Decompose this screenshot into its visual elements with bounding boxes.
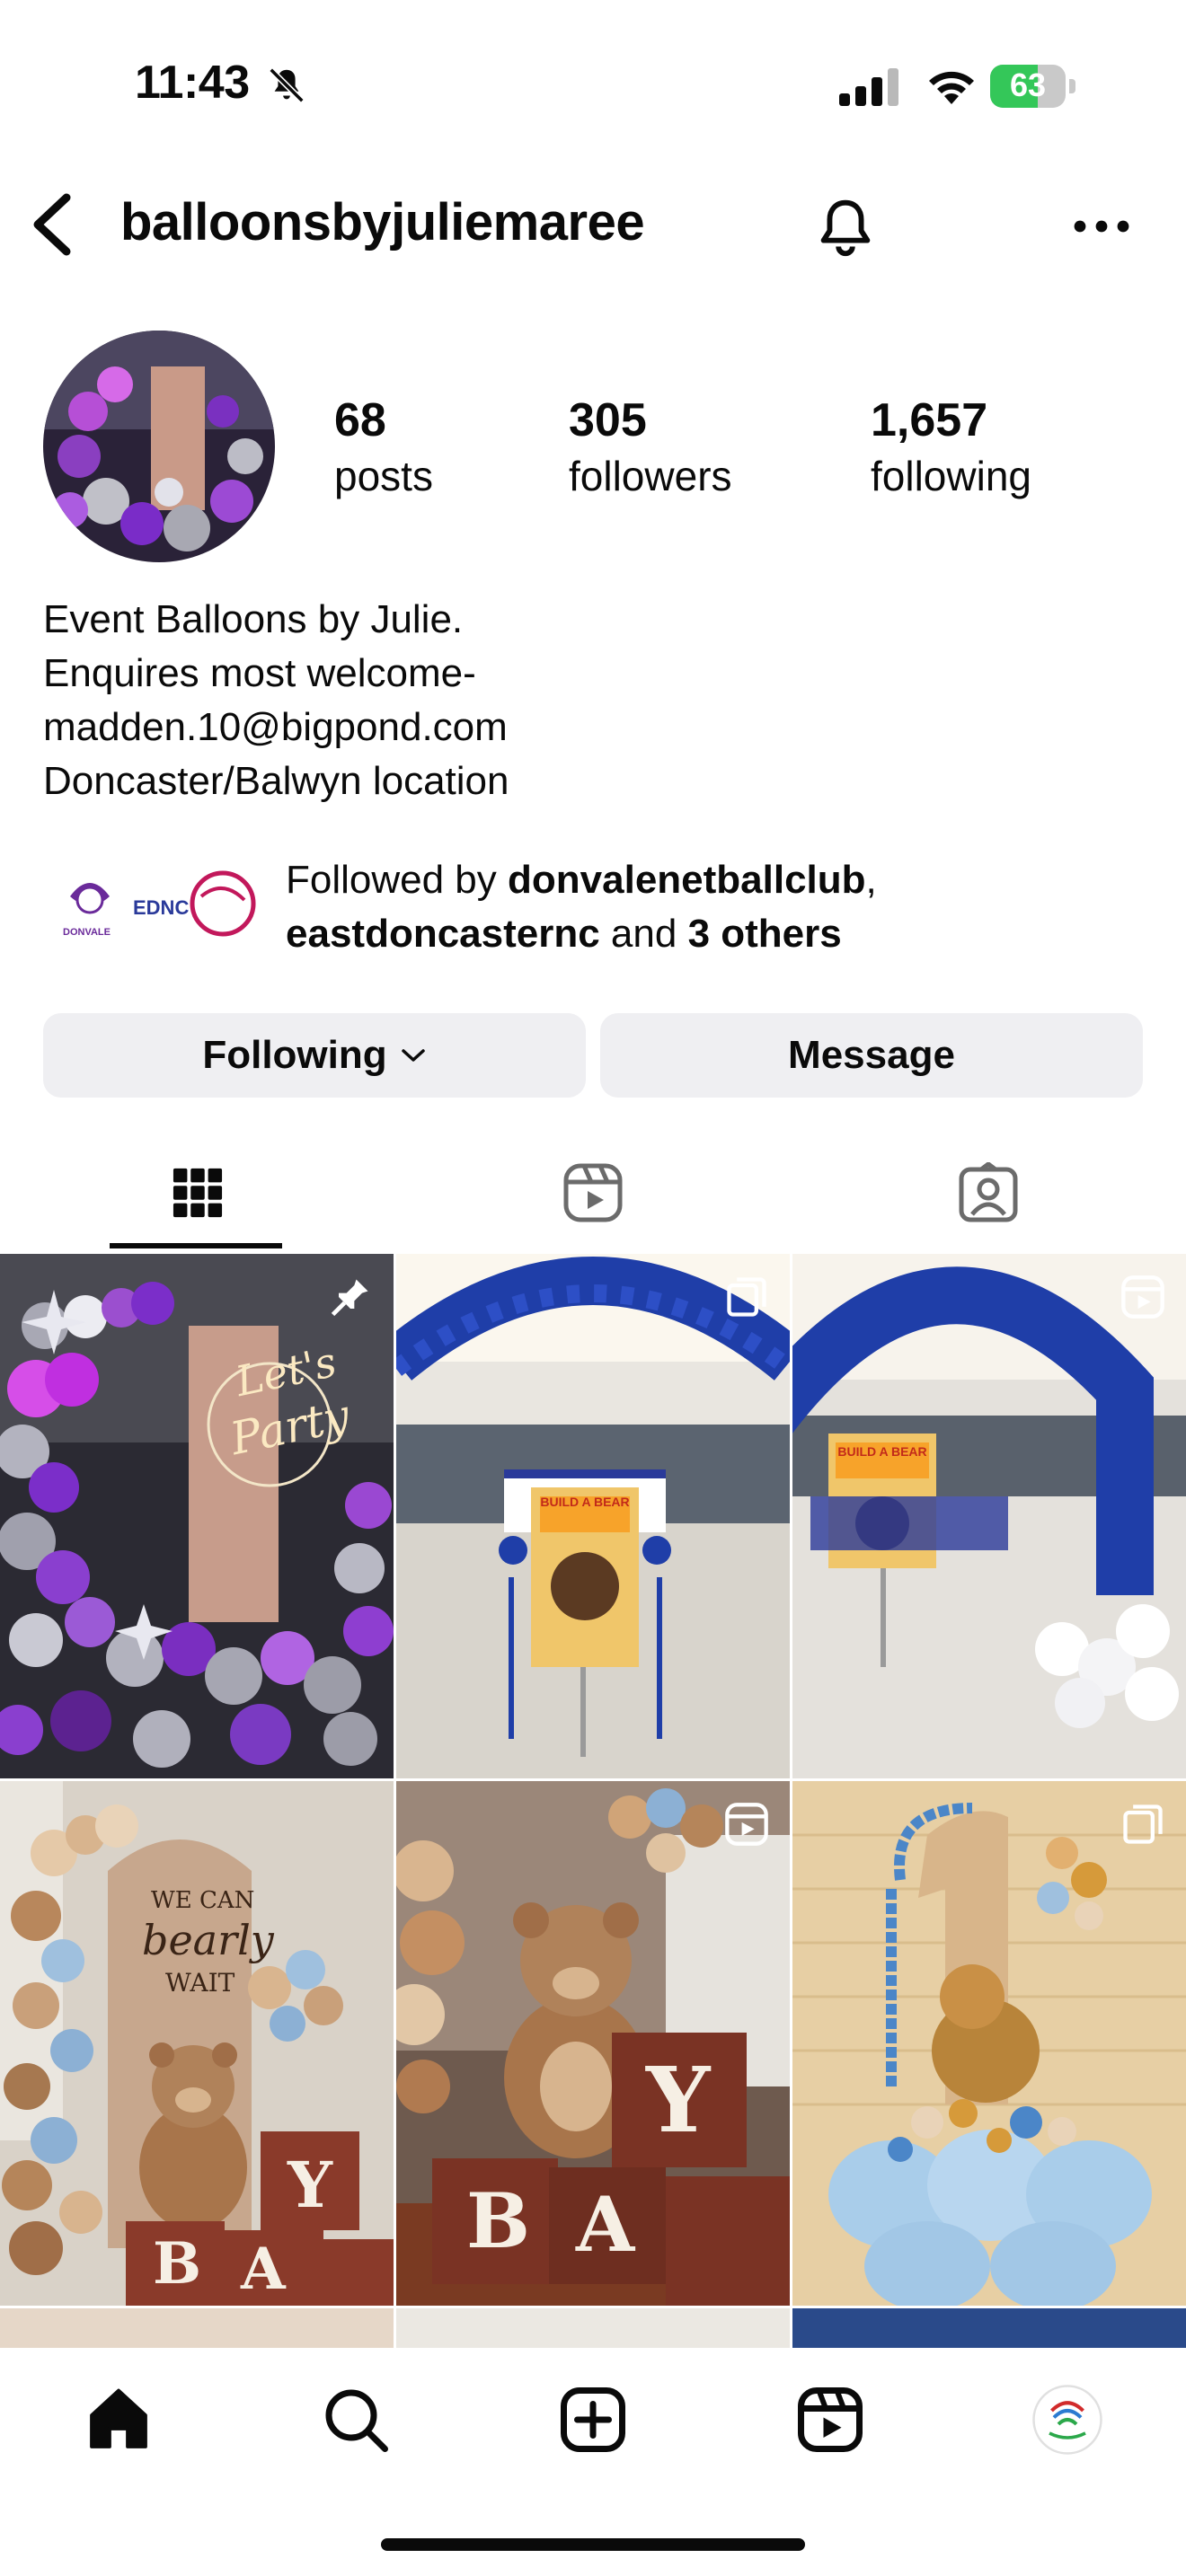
reels-nav-icon[interactable] [794, 2384, 866, 2456]
poster-text: BUILD A BEAR [540, 1495, 630, 1509]
grid-post[interactable]: BUILD A BEAR [792, 1254, 1186, 1778]
block-letter: A [241, 2236, 286, 2303]
profile-avatar[interactable] [1031, 2384, 1103, 2456]
mutual-user-link[interactable]: donvalenetballclub [508, 858, 866, 902]
reel-icon [1121, 1275, 1164, 1319]
grid-post[interactable]: BUILD A BEAR [396, 1254, 790, 1778]
back-chevron-icon[interactable] [27, 190, 77, 259]
tab-reels[interactable] [395, 1139, 791, 1247]
bio-line: Doncaster/Balwyn location [43, 759, 509, 803]
create-icon[interactable] [557, 2384, 629, 2456]
mutual-avatar-label: DONVALE [63, 927, 111, 938]
following-button[interactable]: Following [43, 1013, 586, 1098]
wifi-icon [929, 71, 974, 104]
reels-icon [563, 1163, 623, 1222]
notification-bell-icon[interactable] [810, 192, 881, 262]
home-indicator [381, 2538, 805, 2551]
stat-followers[interactable]: 305 followers [569, 392, 732, 503]
poster-text: BUILD A BEAR [837, 1444, 927, 1459]
signal-icon [839, 68, 898, 106]
tab-tagged[interactable] [791, 1139, 1186, 1247]
mutual-avatar-label: EDNC [133, 896, 190, 919]
sign-text: bearly [142, 1916, 274, 1964]
pin-icon [331, 1279, 368, 1317]
profile-avatar-large[interactable] [43, 331, 275, 562]
grid-post[interactable] [0, 2308, 394, 2353]
battery-indicator: 63 [990, 65, 1076, 108]
stat-posts[interactable]: 68 posts [334, 392, 433, 503]
sign-text: WE CAN [151, 1887, 255, 1914]
profile-bio: Event Balloons by Julie. Enquires most w… [43, 593, 509, 808]
sign-text: WAIT [165, 1968, 235, 1998]
status-time: 11:43 [135, 57, 250, 109]
block-letter: B [466, 2176, 530, 2265]
grid-post[interactable]: WE CAN bearly WAIT Y A B [0, 1781, 394, 2306]
active-tab-indicator [110, 1243, 282, 1248]
battery-percent: 63 [1009, 66, 1047, 103]
more-options-icon[interactable] [1069, 205, 1134, 248]
block-letter: Y [288, 2148, 332, 2222]
followed-by-text[interactable]: Followed by donvalenetballclub, eastdonc… [286, 853, 877, 961]
grid-post[interactable] [792, 1781, 1186, 2306]
chevron-down-icon [401, 1049, 425, 1062]
home-icon[interactable] [83, 2384, 155, 2456]
message-button[interactable]: Message [600, 1013, 1143, 1098]
carousel-icon [727, 1277, 766, 1317]
grid-post[interactable]: Y A B [396, 1781, 790, 2306]
profile-username: balloonsbyjuliemaree [120, 193, 645, 251]
search-icon[interactable] [320, 2384, 392, 2456]
tab-grid[interactable] [0, 1139, 395, 1247]
bio-email[interactable]: madden.10@bigpond.com [43, 701, 509, 754]
block-letter: B [153, 2230, 202, 2298]
mutual-others-link[interactable]: 3 others [688, 912, 842, 956]
mutual-user-link[interactable]: eastdoncasternc [286, 912, 600, 956]
block-letter: Y [646, 2047, 711, 2153]
mutual-follower-avatars[interactable]: DONVALE EDNC [43, 860, 268, 954]
grid-post[interactable] [396, 2308, 790, 2353]
grid-post[interactable] [792, 2308, 1186, 2353]
grid-post[interactable]: Let's Party [0, 1254, 394, 1778]
bio-line: Event Balloons by Julie. [43, 597, 464, 641]
bio-line: Enquires most welcome- [43, 651, 476, 695]
block-letter: A [576, 2180, 635, 2269]
reel-icon [725, 1803, 768, 1846]
carousel-icon [1123, 1804, 1163, 1844]
stat-following[interactable]: 1,657 following [871, 392, 1031, 503]
bell-muted-icon [269, 67, 305, 103]
tagged-icon [959, 1162, 1018, 1222]
grid-icon [173, 1168, 223, 1218]
